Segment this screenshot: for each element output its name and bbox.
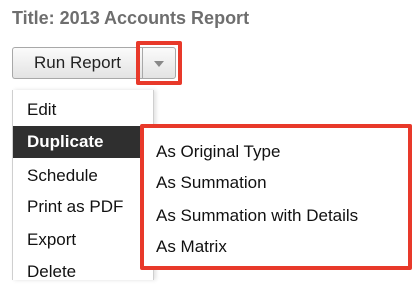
page-title: Title: 2013 Accounts Report xyxy=(12,8,250,28)
actions-menu: Edit Duplicate Schedule Print as PDF Exp… xyxy=(12,90,154,281)
duplicate-submenu: As Original Type As Summation As Summati… xyxy=(140,124,412,270)
submenu-item-as-summation[interactable]: As Summation xyxy=(156,167,267,199)
submenu-item-as-original-type[interactable]: As Original Type xyxy=(156,136,280,168)
menu-item-delete[interactable]: Delete xyxy=(13,256,153,288)
menu-item-export[interactable]: Export xyxy=(13,224,153,256)
run-report-button[interactable]: Run Report xyxy=(12,47,142,79)
submenu-item-as-summation-with-details[interactable]: As Summation with Details xyxy=(156,200,358,232)
submenu-item-as-matrix[interactable]: As Matrix xyxy=(156,231,227,263)
dropdown-toggle-highlight xyxy=(136,41,182,85)
menu-item-print-as-pdf[interactable]: Print as PDF xyxy=(13,191,153,223)
menu-item-edit[interactable]: Edit xyxy=(13,94,153,126)
menu-item-duplicate[interactable]: Duplicate xyxy=(13,126,153,158)
menu-item-schedule[interactable]: Schedule xyxy=(13,160,153,192)
